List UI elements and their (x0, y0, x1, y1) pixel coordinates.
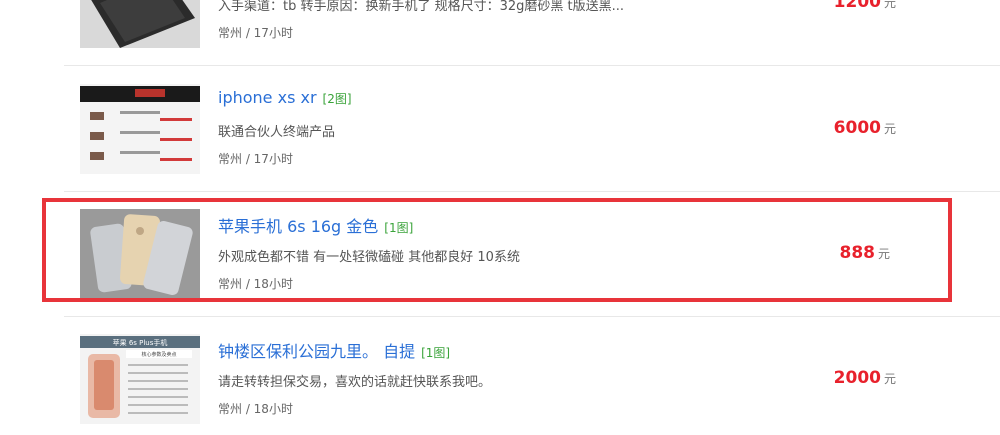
thumb-header-text: 苹果 6s Plus手机 (113, 338, 168, 347)
listing-price: 2000 元 (834, 368, 896, 388)
listing-location-time: 常州 / 17小时 (218, 26, 293, 40)
price-unit: 元 (883, 0, 896, 10)
listing-title[interactable]: iphone xs xr (218, 88, 317, 107)
listing-location-time: 常州 / 18小时 (218, 277, 293, 291)
list-item[interactable]: iphone xs xr [2图] 联通合伙人终端产品 常州 / 17小时 600… (64, 66, 1000, 192)
listing-description: 入手渠道：tb 转手原因：换新手机了 规格尺寸：32g磨砂黑 t版送黑... (218, 0, 625, 14)
listing-description: 请走转转担保交易，喜欢的话就赶快联系我吧。 (218, 375, 492, 390)
listing-location-time: 常州 / 18小时 (218, 402, 293, 416)
list-item[interactable]: 苹果手机 6s 16g 金色 [1图] 外观成色都不错 有一处轻微磕碰 其他都良好… (64, 191, 1000, 317)
listing-title-row: 苹果手机 6s 16g 金色 [1图] (218, 213, 413, 237)
price-value: 1200 (833, 0, 881, 12)
listing-title-row: iphone xs xr [2图] (218, 88, 352, 107)
price-unit: 元 (883, 122, 896, 136)
listing-location-time: 常州 / 17小时 (218, 152, 293, 166)
listing-description: 外观成色都不错 有一处轻微磕碰 其他都良好 10系统 (218, 250, 520, 265)
price-unit: 元 (883, 372, 896, 386)
listing-title-row: 钟楼区保利公园九里。 自提 [1图] (218, 338, 450, 362)
listing-thumbnail[interactable]: 苹果 6s Plus手机 核心参数及卖点 (80, 334, 200, 424)
image-count-link[interactable]: [2图] (323, 92, 352, 106)
price-value: 888 (839, 243, 875, 263)
image-count-link[interactable]: [1图] (384, 221, 413, 235)
list-item[interactable]: 苹果 6s Plus手机 核心参数及卖点 钟楼区保利公园九里。 自提 [1图] 请… (64, 316, 1000, 435)
listing-thumbnail[interactable] (80, 209, 200, 299)
listing-title[interactable]: 钟楼区保利公园九里。 自提 (218, 342, 415, 361)
price-value: 2000 (833, 368, 881, 388)
listing-price: 1200 元 (834, 0, 896, 12)
listing-title[interactable]: 苹果手机 6s 16g 金色 (218, 217, 378, 236)
price-unit: 元 (877, 247, 890, 261)
listing-price: 888 元 (839, 243, 890, 263)
image-count-link[interactable]: [1图] (421, 346, 450, 360)
listing-thumbnail[interactable] (80, 84, 200, 174)
listing-feed: 入手渠道：tb 转手原因：换新手机了 规格尺寸：32g磨砂黑 t版送黑... 常… (0, 0, 1000, 435)
listing-thumbnail[interactable] (80, 0, 200, 48)
listing-price: 6000 元 (834, 118, 896, 138)
listing-description: 联通合伙人终端产品 (218, 125, 336, 140)
thumb-sub-text: 核心参数及卖点 (141, 351, 176, 358)
list-item[interactable]: 入手渠道：tb 转手原因：换新手机了 规格尺寸：32g磨砂黑 t版送黑... 常… (64, 0, 1000, 66)
price-value: 6000 (833, 118, 881, 138)
